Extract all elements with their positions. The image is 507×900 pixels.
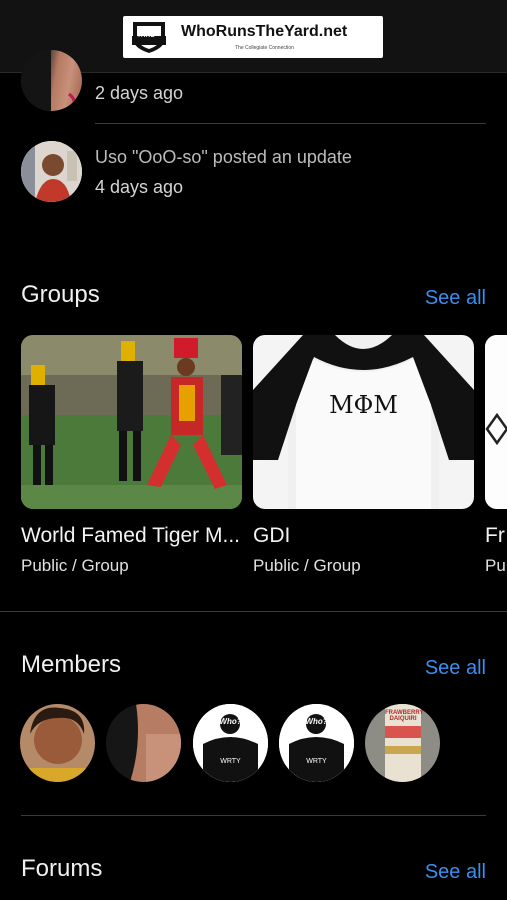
avatar-photo [193,704,268,782]
avatar-photo [21,141,82,202]
logo-text: WhoRunsTheYard.net [181,23,348,40]
group-image: MΦM [253,335,474,509]
avatar-photo [20,704,95,782]
divider [0,611,507,612]
divider [21,815,486,816]
forums-title: Forums [21,855,103,882]
avatar[interactable] [21,50,82,111]
logo-badge-text: YARD [137,33,156,39]
group-photo [485,335,507,509]
band-photo [21,335,242,509]
groups-see-all-link[interactable]: See all [425,287,486,310]
group-meta: Pu [485,556,506,575]
group-image [21,335,242,509]
member-avatar[interactable]: Who? WRTY [193,704,268,782]
divider [95,123,486,124]
members-title: Members [21,651,122,678]
activity-time: 4 days ago [95,177,184,197]
group-name: World Famed Tiger M... [21,524,241,547]
group-meta: Public / Group [21,556,129,575]
member-avatar[interactable] [20,704,95,782]
group-card[interactable]: Fr Pu [485,335,507,576]
can-text: FRAWBERRY DAIQUIRI [385,710,424,722]
groups-title: Groups [21,281,100,308]
avatar-photo [279,704,354,782]
group-card[interactable]: MΦM GDI Public / Group [253,335,474,576]
site-logo[interactable]: YARD WhoRunsTheYard.net The Collegiate C… [123,16,383,58]
group-meta: Public / Group [253,556,361,575]
member-avatar[interactable] [106,704,181,782]
shirt-badge-text: Who? [305,717,328,726]
members-see-all-link[interactable]: See all [425,657,486,680]
avatar[interactable] [21,141,82,202]
shirt-text: WRTY [220,758,241,765]
group-card[interactable]: World Famed Tiger M... Public / Group [21,335,242,576]
activity-title: Uso "OoO-so" posted an update [95,147,352,167]
avatar-photo [106,704,181,782]
logo-subtitle: The Collegiate Connection [235,45,294,51]
group-image-text: MΦM [329,391,398,419]
member-avatar[interactable]: Who? WRTY [279,704,354,782]
activity-time: 2 days ago [95,83,184,103]
group-name: GDI [253,524,291,547]
group-name: Fr [485,524,505,547]
shirt-text: WRTY [306,758,327,765]
group-image [485,335,507,509]
avatar-photo [21,50,76,111]
member-avatar[interactable]: FRAWBERRY DAIQUIRI [365,704,440,782]
shirt-badge-text: Who? [219,717,242,726]
forums-see-all-link[interactable]: See all [425,861,486,884]
shirt-photo [253,335,474,509]
